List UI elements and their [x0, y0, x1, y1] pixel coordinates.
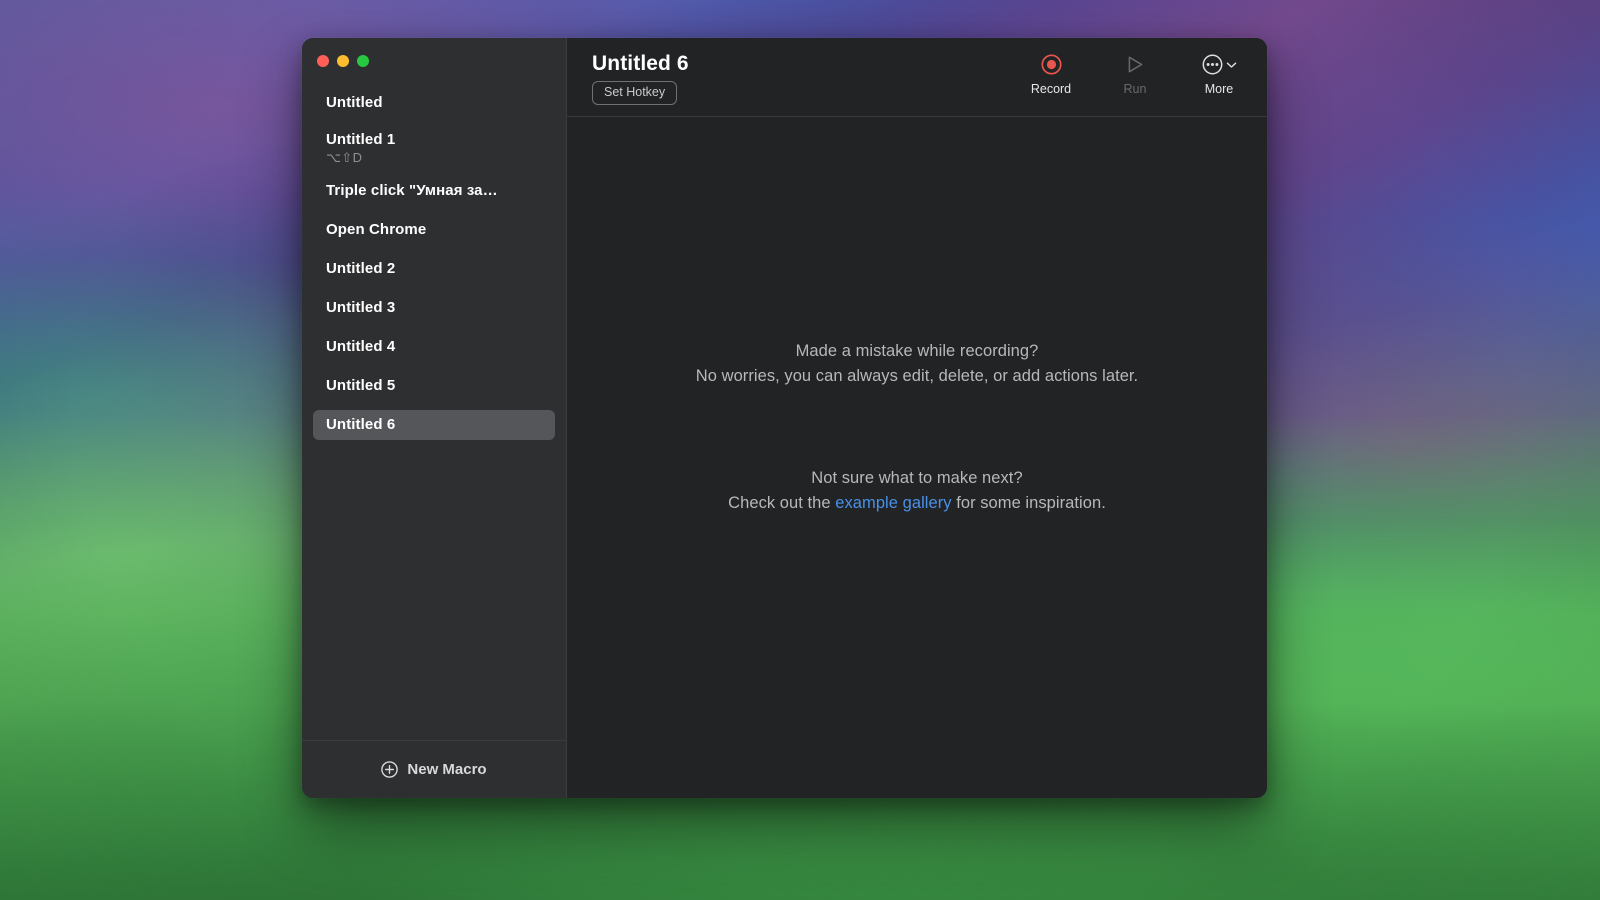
window-controls	[302, 38, 566, 70]
close-window-button[interactable]	[317, 55, 329, 67]
macro-list-item-label: Untitled 4	[326, 338, 542, 356]
macro-list-item-label: Untitled 5	[326, 377, 542, 395]
macro-list-item[interactable]: Open Chrome	[313, 215, 555, 245]
recording-hint-line-2: No worries, you can always edit, delete,…	[696, 364, 1138, 389]
ellipsis-circle-icon	[1202, 53, 1237, 75]
macro-list-item[interactable]: Untitled	[313, 88, 555, 118]
example-gallery-link[interactable]: example gallery	[835, 494, 951, 512]
run-label: Run	[1124, 82, 1147, 96]
main-panel: Untitled 6 Set Hotkey Record	[567, 38, 1267, 798]
recording-hint: Made a mistake while recording? No worri…	[696, 339, 1138, 389]
macro-list-item[interactable]: Untitled 5	[313, 371, 555, 401]
run-button[interactable]: Run	[1109, 53, 1161, 96]
macro-list-item-label: Open Chrome	[326, 221, 542, 239]
macro-list-item-label: Untitled 3	[326, 299, 542, 317]
macro-list-item-label: Untitled	[326, 94, 542, 112]
macro-list-item[interactable]: Triple click "Умная за…	[313, 176, 555, 206]
macro-list-item[interactable]: Untitled 3	[313, 293, 555, 323]
macro-list-item-label: Untitled 6	[326, 416, 542, 434]
macro-list-item[interactable]: Untitled 4	[313, 332, 555, 362]
macro-list-item-hotkey: ⌥⇧D	[326, 150, 542, 166]
inspiration-hint-line-1: Not sure what to make next?	[728, 466, 1106, 491]
page-title: Untitled 6	[592, 52, 1025, 76]
play-icon	[1125, 53, 1145, 75]
toolbar-actions: Record Run	[1025, 52, 1245, 96]
macro-list-item-label: Triple click "Умная за…	[326, 182, 542, 200]
inspiration-text-before: Check out the	[728, 494, 835, 512]
minimize-window-button[interactable]	[337, 55, 349, 67]
chevron-down-icon	[1226, 57, 1237, 72]
macro-list: Untitled Untitled 1⌥⇧D Triple click "Умная…	[302, 70, 566, 740]
more-button[interactable]: More	[1193, 53, 1245, 96]
empty-state: Made a mistake while recording? No worri…	[567, 117, 1267, 798]
toolbar: Untitled 6 Set Hotkey Record	[567, 38, 1267, 117]
recording-hint-line-1: Made a mistake while recording?	[696, 339, 1138, 364]
set-hotkey-button[interactable]: Set Hotkey	[592, 81, 677, 105]
macro-list-item[interactable]: Untitled 2	[313, 254, 555, 284]
new-macro-button[interactable]: New Macro	[373, 757, 494, 782]
macro-list-item[interactable]: Untitled 6	[313, 410, 555, 440]
plus-circle-icon	[381, 761, 398, 778]
maximize-window-button[interactable]	[357, 55, 369, 67]
record-icon	[1041, 53, 1062, 75]
macro-list-item[interactable]: Untitled 1⌥⇧D	[313, 127, 555, 169]
sidebar-footer: New Macro	[302, 740, 566, 798]
record-label: Record	[1031, 82, 1071, 96]
record-button[interactable]: Record	[1025, 53, 1077, 96]
macro-app-window: Untitled Untitled 1⌥⇧D Triple click "Умная…	[302, 38, 1267, 798]
macro-list-item-label: Untitled 2	[326, 260, 542, 278]
sidebar: Untitled Untitled 1⌥⇧D Triple click "Умная…	[302, 38, 567, 798]
more-label: More	[1205, 82, 1233, 96]
inspiration-hint-line-2: Check out the example gallery for some i…	[728, 491, 1106, 516]
inspiration-hint: Not sure what to make next? Check out th…	[728, 466, 1106, 516]
desktop-background: Untitled Untitled 1⌥⇧D Triple click "Умная…	[0, 0, 1600, 900]
new-macro-label: New Macro	[407, 761, 486, 778]
macro-list-item-label: Untitled 1	[326, 131, 542, 149]
toolbar-title-group: Untitled 6 Set Hotkey	[592, 52, 1025, 105]
inspiration-text-after: for some inspiration.	[952, 494, 1106, 512]
